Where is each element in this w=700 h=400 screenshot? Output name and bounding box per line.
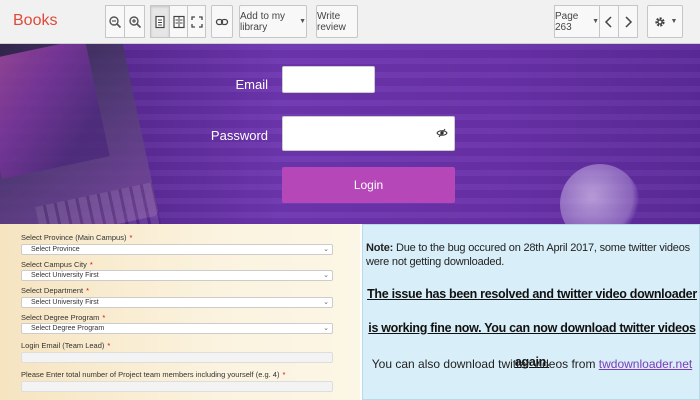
- degree-program-select-value: Select Degree Program: [31, 325, 105, 332]
- required-marker: *: [129, 233, 133, 242]
- chevron-right-icon: [625, 15, 633, 28]
- team-members-label-text: Please Enter total number of Project tea…: [21, 370, 280, 379]
- page-number-label: Page 263: [555, 10, 579, 33]
- login-button-label: Login: [353, 178, 384, 192]
- chevron-down-icon: ⌄: [323, 299, 329, 306]
- books-toolbar: Books Add to my library ▼ Write review P…: [0, 0, 700, 44]
- notice-box: Note: Due to the bug occured on 28th Apr…: [362, 224, 700, 400]
- zoom-out-icon: [109, 15, 122, 28]
- add-to-library-label: Add to my library: [240, 10, 286, 33]
- campus-city-select-value: Select University First: [31, 272, 99, 279]
- team-members-field[interactable]: [21, 381, 333, 392]
- login-hero: Email Password Login: [0, 44, 700, 224]
- team-lead-email-field[interactable]: [21, 352, 333, 363]
- single-page-view-button[interactable]: [150, 5, 170, 38]
- campus-city-label: Select Campus City *: [21, 260, 93, 269]
- add-to-library-button[interactable]: Add to my library ▼: [239, 5, 307, 38]
- team-lead-email-label-text: Login Email (Team Lead): [21, 341, 105, 350]
- chevron-down-icon: ⌄: [323, 272, 329, 279]
- fullscreen-icon: [190, 15, 203, 28]
- note-prefix: Note:: [366, 242, 394, 254]
- department-select[interactable]: Select University First ⌄: [21, 297, 333, 308]
- single-page-icon: [155, 15, 165, 28]
- login-button[interactable]: Login: [282, 167, 455, 203]
- twdownloader-link[interactable]: twdownloader.net: [599, 357, 692, 371]
- campus-city-label-text: Select Campus City: [21, 260, 87, 269]
- chevron-down-icon: ⌄: [323, 246, 329, 253]
- alternate-download-text: You can also download twitter videos fro…: [366, 357, 698, 371]
- province-label-text: Select Province (Main Campus): [21, 233, 127, 242]
- two-page-view-button[interactable]: [169, 5, 188, 38]
- fullscreen-button[interactable]: [187, 5, 206, 38]
- password-label: Password: [210, 128, 268, 143]
- registration-form: Select Province (Main Campus) * Select Pr…: [0, 224, 360, 400]
- link-icon: [215, 18, 229, 25]
- campus-city-select[interactable]: Select University First ⌄: [21, 270, 333, 281]
- write-review-button[interactable]: Write review: [316, 5, 358, 38]
- link-button[interactable]: [211, 5, 233, 38]
- degree-program-select[interactable]: Select Degree Program ⌄: [21, 323, 333, 334]
- province-select[interactable]: Select Province ⌄: [21, 244, 333, 255]
- laptop-screen-image: [0, 44, 110, 180]
- two-page-icon: [172, 15, 185, 28]
- write-review-label: Write review: [317, 10, 346, 33]
- chevron-down-icon: ⌄: [323, 325, 329, 332]
- province-label: Select Province (Main Campus) *: [21, 233, 132, 242]
- required-marker: *: [89, 260, 93, 269]
- required-marker: *: [107, 341, 111, 350]
- zoom-out-button[interactable]: [105, 5, 125, 38]
- chevron-down-icon: ▼: [670, 18, 678, 25]
- note-text: Due to the bug occured on 28th April 201…: [366, 242, 690, 268]
- chevron-down-icon: ▼: [299, 18, 306, 25]
- bug-note: Note: Due to the bug occured on 28th Apr…: [366, 241, 698, 269]
- previous-page-button[interactable]: [599, 5, 619, 38]
- email-field[interactable]: [282, 66, 375, 93]
- department-label: Select Department *: [21, 286, 89, 295]
- alternate-download-prefix: You can also download twitter videos fro…: [371, 357, 599, 371]
- department-select-value: Select University First: [31, 299, 99, 306]
- team-lead-email-label: Login Email (Team Lead) *: [21, 341, 110, 350]
- page-selector[interactable]: Page 263 ▼: [554, 5, 600, 38]
- books-logo[interactable]: Books: [13, 12, 57, 30]
- department-label-text: Select Department: [21, 286, 84, 295]
- chevron-down-icon: ▼: [592, 18, 599, 25]
- chevron-left-icon: [604, 15, 612, 28]
- required-marker: *: [86, 286, 90, 295]
- gear-icon: [654, 16, 665, 27]
- password-field[interactable]: [282, 116, 455, 151]
- next-page-button[interactable]: [618, 5, 638, 38]
- show-password-icon[interactable]: [436, 127, 448, 139]
- team-members-label: Please Enter total number of Project tea…: [21, 370, 285, 379]
- email-label: Email: [235, 77, 268, 92]
- degree-program-label: Select Degree Program *: [21, 313, 105, 322]
- required-marker: *: [282, 370, 286, 379]
- province-select-value: Select Province: [31, 246, 80, 253]
- degree-program-label-text: Select Degree Program: [21, 313, 100, 322]
- required-marker: *: [102, 313, 106, 322]
- zoom-in-button[interactable]: [124, 5, 145, 38]
- zoom-in-icon: [128, 15, 141, 28]
- settings-button[interactable]: ▼: [647, 5, 683, 38]
